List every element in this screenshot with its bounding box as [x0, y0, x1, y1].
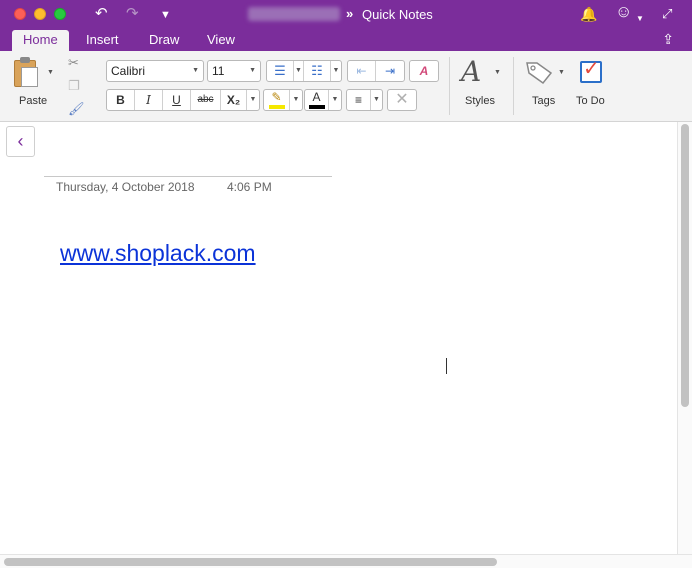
horizontal-scrollbar[interactable] [0, 554, 692, 568]
font-color-icon[interactable]: A [305, 90, 329, 110]
feedback-smiley-icon[interactable]: ☺ [615, 3, 632, 21]
decrease-indent-icon[interactable]: ⇤ [348, 61, 376, 81]
font-color-caret-icon[interactable]: ▼ [329, 90, 341, 110]
checkmark-icon: ✓ [583, 58, 600, 80]
text-cursor [446, 358, 447, 374]
bullet-list-icon[interactable]: ☰ [267, 61, 294, 81]
back-button[interactable]: ‹ [6, 126, 35, 157]
notebook-name-redacted [248, 7, 340, 21]
font-color-group: A ▼ [304, 89, 342, 111]
list-buttons-group: ☰ ▼ ☷ ▼ [266, 60, 342, 82]
paste-button-label[interactable]: Paste [19, 95, 47, 107]
title-bar: ↶ ↷ ▼ » Quick Notes 🔔 ☺ ▼ ⤢ [0, 0, 692, 28]
redo-icon[interactable]: ↷ [126, 5, 139, 23]
paste-options-caret-icon[interactable]: ▼ [47, 69, 54, 76]
vertical-scrollbar[interactable] [677, 122, 692, 554]
undo-icon[interactable]: ↶ [95, 5, 108, 23]
font-size-value: 11 [212, 64, 225, 78]
share-icon[interactable]: ⇪ [662, 31, 674, 48]
tags-icon[interactable] [524, 59, 554, 85]
styles-icon[interactable]: A [461, 57, 481, 87]
cut-icon[interactable]: ✂ [68, 55, 79, 71]
ribbon-tabs: Home Insert Draw View ⇪ [0, 28, 692, 51]
font-name-select[interactable]: Calibri ▼ [106, 60, 204, 82]
bullet-list-caret-icon[interactable]: ▼ [294, 61, 304, 81]
tab-insert[interactable]: Insert [75, 30, 130, 51]
styles-caret-icon[interactable]: ▼ [494, 69, 501, 76]
increase-indent-icon[interactable]: ⇥ [376, 61, 404, 81]
note-hyperlink[interactable]: www.shoplack.com [60, 240, 256, 267]
horizontal-scroll-thumb[interactable] [4, 558, 497, 566]
tab-draw[interactable]: Draw [138, 30, 190, 51]
todo-button-label[interactable]: To Do [576, 95, 605, 107]
clear-formatting-button[interactable]: A [409, 60, 439, 82]
highlight-caret-icon[interactable]: ▼ [290, 90, 302, 110]
vertical-scroll-thumb[interactable] [681, 124, 689, 407]
chevron-down-icon: ▼ [249, 67, 256, 74]
delete-button[interactable]: ✕ [387, 89, 417, 111]
align-left-icon[interactable]: ≡ [347, 90, 371, 110]
notifications-bell-icon[interactable]: 🔔 [580, 5, 597, 23]
window-title: Quick Notes [362, 7, 433, 22]
numbered-list-caret-icon[interactable]: ▼ [331, 61, 341, 81]
highlight-color-group: ✎ ▼ [263, 89, 303, 111]
tab-view[interactable]: View [196, 30, 246, 51]
ribbon-home: ▼ Paste ✂ ❐ 🖌 Calibri ▼ 11 ▼ ☰ ▼ ☷ ▼ ⇤ ⇥… [0, 51, 692, 122]
paragraph-align-group: ≡ ▼ [346, 89, 383, 111]
breadcrumb-separator: » [346, 6, 354, 21]
chevron-left-icon: ‹ [17, 131, 24, 151]
font-name-value: Calibri [111, 64, 146, 78]
subscript-caret-icon[interactable]: ▼ [247, 90, 259, 110]
format-painter-icon[interactable]: 🖌 [68, 101, 85, 117]
tags-button-label[interactable]: Tags [532, 95, 555, 107]
ribbon-divider [513, 57, 514, 115]
copy-icon[interactable]: ❐ [68, 78, 80, 94]
text-format-group: B I U abc X₂ ▼ [106, 89, 260, 111]
numbered-list-icon[interactable]: ☷ [304, 61, 331, 81]
close-window-button[interactable] [14, 8, 26, 20]
strikethrough-button[interactable]: abc [191, 90, 221, 110]
underline-button[interactable]: U [163, 90, 191, 110]
tags-caret-icon[interactable]: ▼ [558, 69, 565, 76]
indent-buttons-group: ⇤ ⇥ [347, 60, 405, 82]
note-date: Thursday, 4 October 2018 [56, 180, 195, 194]
chevron-down-icon: ▼ [192, 67, 199, 74]
delete-x-icon: ✕ [395, 91, 409, 108]
align-caret-icon[interactable]: ▼ [371, 90, 382, 110]
paste-clipboard-icon[interactable] [14, 57, 40, 87]
fullscreen-expand-icon[interactable]: ⤢ [662, 5, 672, 23]
note-time: 4:06 PM [227, 180, 272, 194]
highlighter-icon[interactable]: ✎ [264, 90, 290, 110]
subscript-button[interactable]: X₂ [221, 90, 247, 110]
feedback-dropdown-caret-icon[interactable]: ▼ [636, 10, 644, 28]
ribbon-divider [449, 57, 450, 115]
eraser-icon: A [419, 64, 429, 78]
note-canvas[interactable]: ‹ Thursday, 4 October 2018 4:06 PM www.s… [0, 122, 692, 568]
customize-toolbar-icon[interactable]: ▼ [160, 6, 171, 24]
tab-home[interactable]: Home [12, 30, 69, 51]
page-title-underline [44, 176, 332, 177]
styles-button-label[interactable]: Styles [465, 95, 495, 107]
bold-button[interactable]: B [107, 90, 135, 110]
font-size-select[interactable]: 11 ▼ [207, 60, 261, 82]
minimize-window-button[interactable] [34, 8, 46, 20]
italic-button[interactable]: I [135, 90, 163, 110]
maximize-window-button[interactable] [54, 8, 66, 20]
